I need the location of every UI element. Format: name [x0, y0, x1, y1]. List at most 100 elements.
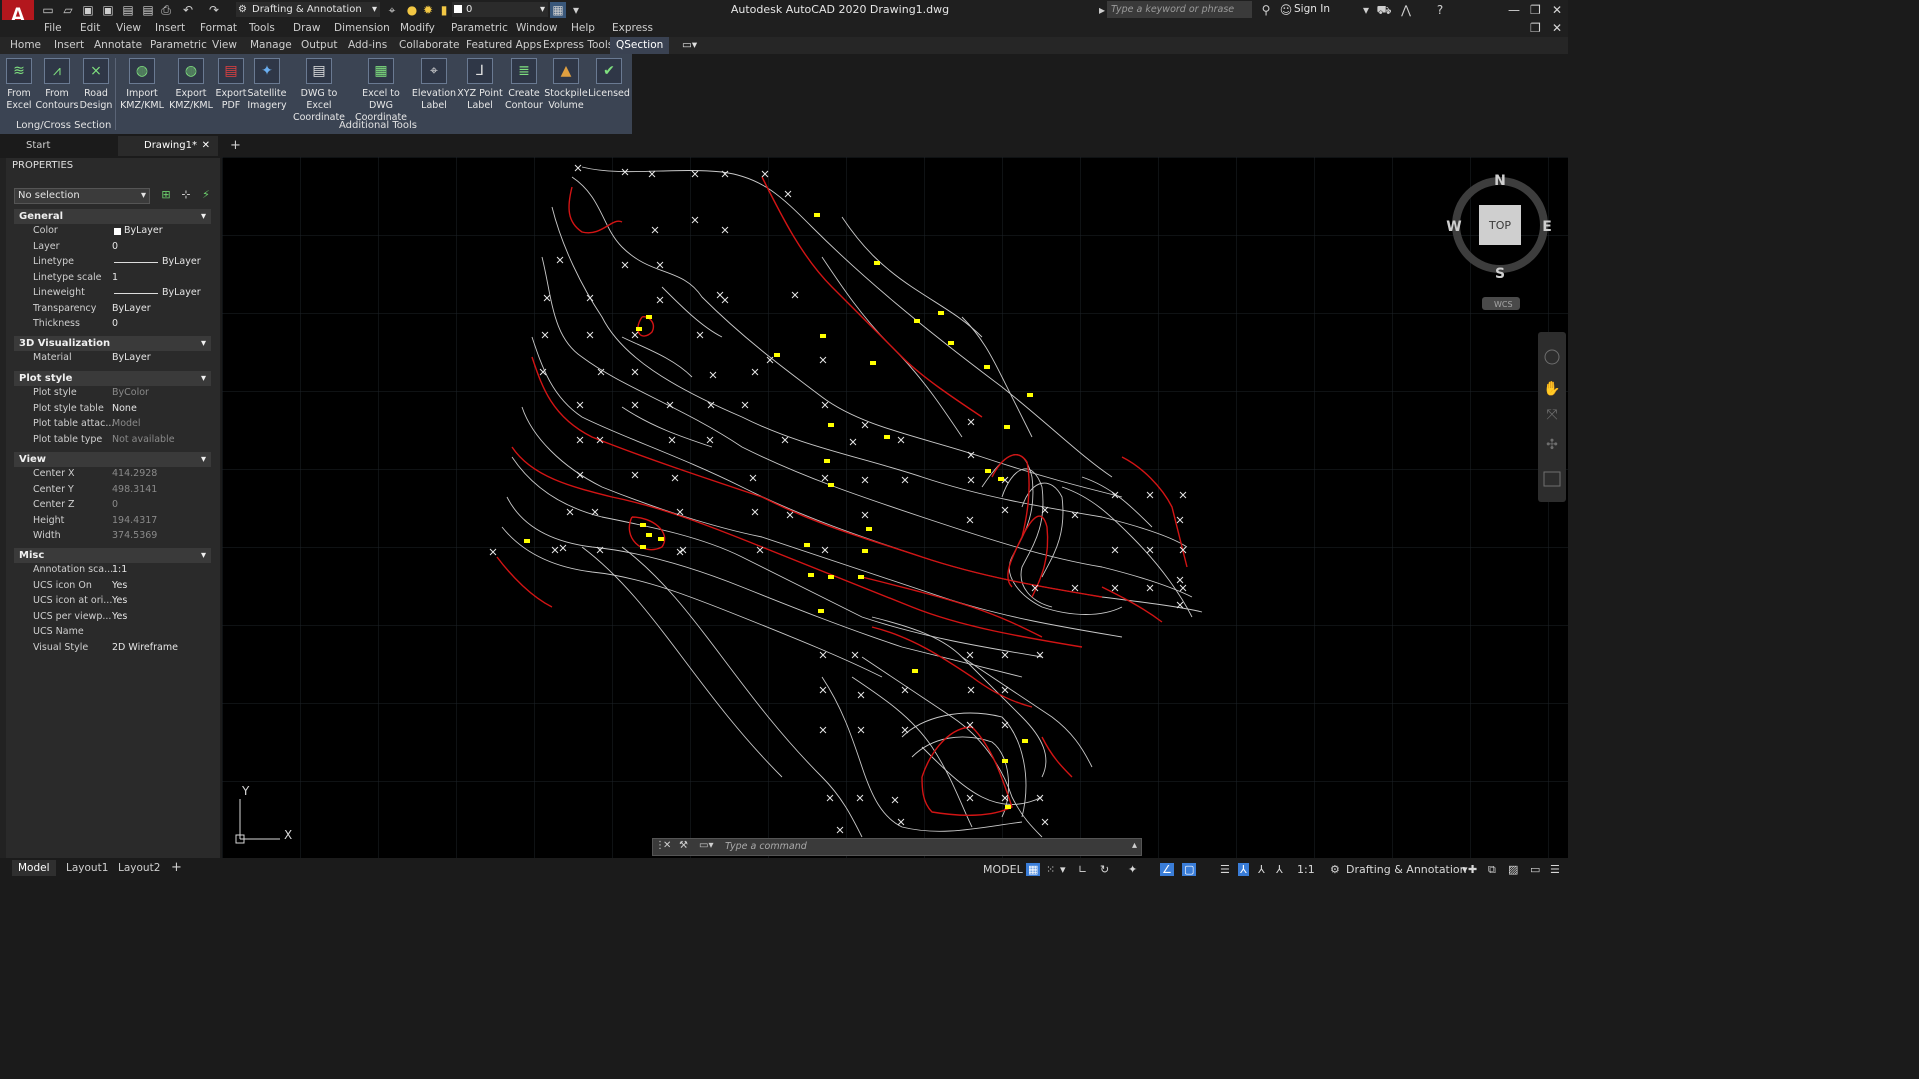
grid-icon[interactable]: ▦: [1026, 863, 1041, 876]
menu-modify[interactable]: Modify: [400, 22, 435, 34]
isodraft-icon[interactable]: ✦: [1128, 863, 1137, 876]
satellite-imagery-button[interactable]: ✦ Satellite Imagery: [243, 58, 291, 112]
orbit-icon[interactable]: ✣: [1546, 437, 1558, 453]
tab-layout1[interactable]: Layout1: [60, 860, 114, 876]
tab-drawing1[interactable]: Drawing1* ✕: [118, 136, 218, 156]
tab-insert[interactable]: Insert: [54, 39, 84, 51]
prop-row-plot-style-table[interactable]: Plot style table None: [14, 403, 211, 419]
tab-home[interactable]: Home: [10, 39, 41, 51]
menu-file[interactable]: File: [44, 22, 62, 34]
print-icon[interactable]: ⎙: [158, 2, 174, 18]
tab-model[interactable]: Model: [12, 860, 56, 876]
section-view[interactable]: View ▾: [14, 452, 211, 467]
sign-in-link[interactable]: Sign In: [1294, 3, 1330, 15]
licensed-button[interactable]: ✔ Licensed: [585, 58, 633, 100]
section-3d-visualization[interactable]: 3D Visualization ▾: [14, 336, 211, 351]
tab-start[interactable]: Start: [0, 136, 116, 156]
compass-s-label[interactable]: S: [1495, 266, 1505, 282]
section-general[interactable]: General ▾: [14, 209, 211, 224]
prop-row-transparency[interactable]: Transparency ByLayer: [14, 303, 211, 319]
close-icon[interactable]: ✕: [1552, 3, 1562, 17]
close-tab-icon[interactable]: ✕: [202, 136, 210, 156]
chevron-down-icon[interactable]: ▾: [1358, 2, 1374, 18]
new-tab-button[interactable]: +: [222, 136, 241, 156]
match-properties-icon[interactable]: ⌖: [384, 2, 400, 18]
menu-draw[interactable]: Draw: [293, 22, 320, 34]
ortho-icon[interactable]: ∟: [1078, 863, 1087, 876]
prop-row-ucs-icon-on[interactable]: UCS icon On Yes: [14, 580, 211, 596]
object-snap-tracking-icon[interactable]: ∠: [1160, 863, 1174, 876]
prop-row-linetype-scale[interactable]: Linetype scale 1: [14, 272, 211, 288]
menu-window[interactable]: Window: [516, 22, 557, 34]
zoom-extents-icon[interactable]: ⤧: [1546, 407, 1557, 423]
create-contour-button[interactable]: ≣ Create Contour: [500, 58, 548, 112]
lightbulb-icon[interactable]: ●: [404, 2, 420, 18]
close-doc-icon[interactable]: ✕: [1552, 21, 1562, 35]
command-input[interactable]: Type a command: [725, 841, 807, 852]
prop-row-height[interactable]: Height 194.4317: [14, 515, 211, 531]
quick-properties-icon[interactable]: ▨: [1508, 863, 1518, 876]
snap-icon[interactable]: ⁙: [1046, 863, 1055, 876]
tab-express-tools[interactable]: Express Tools: [543, 39, 613, 51]
help-icon[interactable]: ?: [1432, 2, 1448, 18]
menu-format[interactable]: Format: [200, 22, 237, 34]
workspace-gear-icon[interactable]: ⚙: [1330, 863, 1340, 876]
cart-icon[interactable]: ⛟: [1376, 2, 1392, 18]
compass-e-label[interactable]: E: [1542, 219, 1552, 235]
sun-icon[interactable]: ✹: [420, 2, 436, 18]
layer-dropdown[interactable]: 0 ▾: [452, 2, 548, 17]
ucs-status-icon[interactable]: ✚: [1468, 863, 1477, 876]
new-file-icon[interactable]: ▭: [40, 2, 56, 18]
save-icon[interactable]: ▣: [80, 2, 96, 18]
tab-add-ins[interactable]: Add-ins: [348, 39, 387, 51]
tab-qsection[interactable]: QSection: [610, 37, 670, 54]
recent-commands-icon[interactable]: ▭▾: [699, 840, 713, 851]
workspace-status-button[interactable]: Drafting & Annotation: [1346, 863, 1467, 876]
prop-row-color[interactable]: Color ByLayer: [14, 225, 211, 241]
palette-grip[interactable]: [0, 158, 6, 858]
tab-parametric[interactable]: Parametric: [150, 39, 207, 51]
chevron-down-icon[interactable]: ▾: [1060, 863, 1066, 876]
compass-w-label[interactable]: W: [1446, 219, 1461, 235]
redo-icon[interactable]: ↷: [206, 2, 222, 18]
menu-tools[interactable]: Tools: [249, 22, 275, 34]
calculator-icon[interactable]: ▦: [550, 2, 566, 18]
prop-row-ucs-per-viewport[interactable]: UCS per viewp... Yes: [14, 611, 211, 627]
chevron-down-icon[interactable]: ▾: [1462, 863, 1468, 876]
section-plot-style[interactable]: Plot style ▾: [14, 371, 211, 386]
prop-row-linetype[interactable]: Linetype ByLayer: [14, 256, 211, 272]
publish-icon[interactable]: ▤: [140, 2, 156, 18]
command-history-icon[interactable]: ▴: [1132, 840, 1137, 851]
user-icon[interactable]: ☺: [1278, 2, 1294, 18]
tab-layout2[interactable]: Layout2: [112, 860, 166, 876]
menu-view[interactable]: View: [116, 22, 141, 34]
menu-edit[interactable]: Edit: [80, 22, 100, 34]
annotation-visibility-icon[interactable]: ⅄: [1238, 863, 1249, 876]
pan-icon[interactable]: ✋: [1543, 380, 1560, 397]
import-kmz-button[interactable]: ◍ Import KMZ/KML: [118, 58, 166, 112]
prop-row-center-z[interactable]: Center Z 0: [14, 499, 211, 515]
customize-dropdown-icon[interactable]: ▾: [568, 2, 584, 18]
select-objects-icon[interactable]: ⊹: [178, 188, 194, 204]
quick-select-icon[interactable]: ⚡: [198, 188, 214, 204]
prop-row-width[interactable]: Width 374.5369: [14, 530, 211, 546]
customization-icon[interactable]: ☰: [1550, 863, 1560, 876]
customize-wrench-icon[interactable]: ⚒: [679, 840, 688, 851]
minimize-icon[interactable]: —: [1508, 3, 1520, 17]
restore-icon[interactable]: ❐: [1530, 3, 1541, 17]
selection-dropdown[interactable]: No selection ▾: [14, 188, 150, 204]
annotation-monitor-icon[interactable]: ⅄: [1276, 863, 1283, 876]
prop-row-ucs-name[interactable]: UCS Name: [14, 626, 211, 642]
units-icon[interactable]: ⧉: [1488, 863, 1496, 877]
lock-icon[interactable]: ▮: [436, 2, 452, 18]
menu-parametric[interactable]: Parametric: [451, 22, 508, 34]
menu-dimension[interactable]: Dimension: [334, 22, 390, 34]
section-misc[interactable]: Misc ▾: [14, 548, 211, 563]
open-folder-icon[interactable]: ▱: [60, 2, 76, 18]
menu-express[interactable]: Express: [612, 22, 653, 34]
annotation-scale-button[interactable]: 1:1: [1297, 863, 1315, 876]
workspace-dropdown[interactable]: ⚙ Drafting & Annotation ▾: [236, 2, 380, 17]
prop-row-visual-style[interactable]: Visual Style 2D Wireframe: [14, 642, 211, 658]
stockpile-volume-button[interactable]: ▲ Stockpile Volume: [542, 58, 590, 112]
prop-row-ucs-icon-origin[interactable]: UCS icon at ori... Yes: [14, 595, 211, 611]
